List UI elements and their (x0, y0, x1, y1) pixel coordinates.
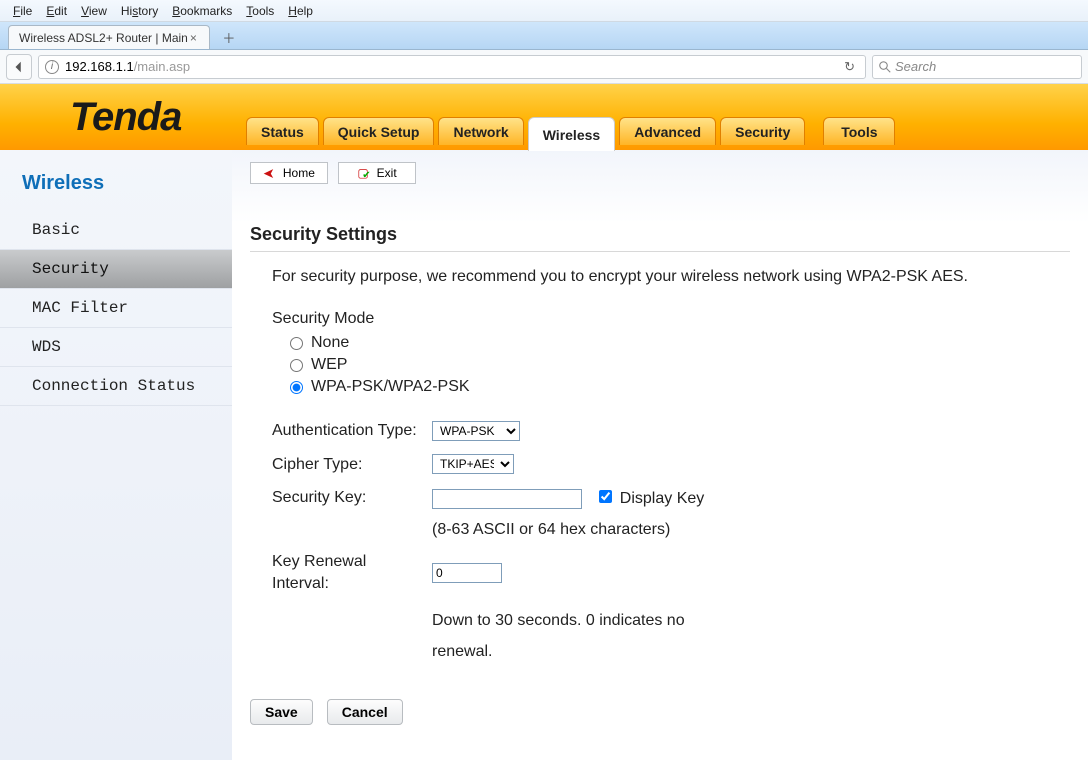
url-path: /main.asp (134, 59, 190, 74)
key-renewal-input[interactable] (432, 563, 502, 583)
browser-tab-title: Wireless ADSL2+ Router | Main (19, 31, 188, 45)
nav-wireless[interactable]: Wireless (528, 117, 615, 151)
menu-help[interactable]: Help (281, 4, 320, 18)
nav-network[interactable]: Network (438, 117, 523, 145)
menu-history[interactable]: History (114, 4, 165, 18)
security-mode-label: Security Mode (272, 310, 1070, 328)
cipher-type-select[interactable]: TKIP+AES (432, 454, 514, 474)
router-header: Tenda Status Quick Setup Network Wireles… (0, 84, 1088, 150)
menu-tools[interactable]: Tools (239, 4, 281, 18)
menu-edit[interactable]: Edit (39, 4, 74, 18)
content-toolbar: ➤ Home ▢ Exit (250, 162, 1070, 184)
radio-none-label: None (311, 334, 349, 352)
browser-search-input[interactable]: Search (872, 55, 1082, 79)
security-key-label: Security Key: (272, 481, 432, 515)
browser-navbar: i 192.168.1.1 /main.asp ↻ Search (0, 50, 1088, 84)
security-key-input[interactable] (432, 489, 582, 509)
home-button-label: Home (283, 166, 315, 180)
page-heading: Security Settings (250, 224, 1070, 245)
arrow-left-icon (12, 60, 26, 74)
nav-status[interactable]: Status (246, 117, 319, 145)
browser-tabstrip: Wireless ADSL2+ Router | Main × ＋ (0, 22, 1088, 50)
auth-type-select[interactable]: WPA-PSK (432, 421, 520, 441)
menu-view[interactable]: View (74, 4, 114, 18)
exit-button[interactable]: ▢ Exit (338, 162, 416, 184)
radio-wpa-label: WPA-PSK/WPA2-PSK (311, 378, 470, 396)
brand-logo: Tenda (70, 95, 181, 140)
save-button[interactable]: Save (250, 699, 313, 725)
nav-advanced[interactable]: Advanced (619, 117, 716, 145)
site-info-icon[interactable]: i (45, 60, 59, 74)
nav-security[interactable]: Security (720, 117, 805, 145)
exit-button-label: Exit (377, 166, 397, 180)
key-renewal-label: Key Renewal Interval: (272, 545, 432, 600)
sidebar-item-wds[interactable]: WDS (0, 328, 232, 367)
search-icon (879, 61, 891, 73)
cancel-button[interactable]: Cancel (327, 699, 403, 725)
menu-file[interactable]: File (6, 4, 39, 18)
reload-icon[interactable]: ↻ (840, 59, 859, 75)
nav-tools[interactable]: Tools (823, 117, 895, 145)
cipher-type-label: Cipher Type: (272, 448, 432, 482)
close-tab-icon[interactable]: × (188, 31, 199, 45)
content-area: ➤ Home ▢ Exit Security Settings For secu… (232, 150, 1088, 760)
main-nav: Status Quick Setup Network Wireless Adva… (246, 117, 895, 150)
divider (250, 251, 1070, 252)
menu-bookmarks[interactable]: Bookmarks (165, 4, 239, 18)
sidebar-item-mac-filter[interactable]: MAC Filter (0, 289, 232, 328)
sidebar-item-basic[interactable]: Basic (0, 211, 232, 250)
url-bar[interactable]: i 192.168.1.1 /main.asp ↻ (38, 55, 866, 79)
security-key-hint: (8-63 ASCII or 64 hex characters) (432, 515, 752, 545)
home-icon: ➤ (263, 165, 275, 182)
new-tab-button[interactable]: ＋ (216, 27, 242, 47)
sidebar-item-security[interactable]: Security (0, 250, 232, 289)
display-key-checkbox[interactable] (599, 490, 612, 503)
back-button[interactable] (6, 54, 32, 80)
auth-type-label: Authentication Type: (272, 414, 432, 448)
display-key-label: Display Key (620, 490, 704, 507)
radio-wep[interactable] (290, 359, 303, 372)
browser-menubar: File Edit View History Bookmarks Tools H… (0, 0, 1088, 22)
url-host: 192.168.1.1 (65, 59, 134, 74)
intro-text: For security purpose, we recommend you t… (272, 268, 1070, 286)
radio-none[interactable] (290, 337, 303, 350)
search-placeholder: Search (895, 59, 936, 74)
exit-icon: ▢ (357, 166, 368, 180)
sidebar-item-connection-status[interactable]: Connection Status (0, 367, 232, 406)
key-renewal-hint: Down to 30 seconds. 0 indicates no renew… (432, 600, 752, 673)
radio-wpa[interactable] (290, 381, 303, 394)
browser-tab-active[interactable]: Wireless ADSL2+ Router | Main × (8, 25, 210, 49)
sidebar: Wireless Basic Security MAC Filter WDS C… (0, 150, 232, 760)
nav-quick-setup[interactable]: Quick Setup (323, 117, 435, 145)
sidebar-title: Wireless (0, 160, 232, 211)
radio-wep-label: WEP (311, 356, 347, 374)
home-button[interactable]: ➤ Home (250, 162, 328, 184)
